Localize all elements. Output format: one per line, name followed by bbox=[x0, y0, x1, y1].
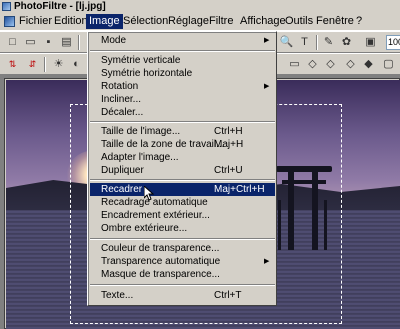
gradient-icon[interactable]: ▭ bbox=[286, 56, 303, 73]
sharpen-drop-icon[interactable]: ◇ bbox=[322, 56, 339, 73]
menu-item-texte[interactable]: Texte... Ctrl+T bbox=[90, 289, 275, 302]
toolbar-separator bbox=[44, 57, 46, 72]
menu-item-shortcut: Ctrl+U bbox=[214, 165, 243, 176]
menu-item-decaler[interactable]: Décaler... bbox=[90, 106, 275, 119]
mouse-pointer-icon bbox=[144, 186, 155, 201]
app-logo-icon bbox=[2, 2, 11, 11]
submenu-arrow-icon: ▶ bbox=[264, 258, 270, 265]
toolbar-separator bbox=[78, 35, 80, 50]
menu-help[interactable]: ? bbox=[353, 14, 365, 29]
menu-separator bbox=[90, 284, 275, 286]
menu-separator bbox=[90, 238, 275, 240]
zoom-tool-icon[interactable]: 🔍 bbox=[278, 34, 295, 51]
menu-fenetre[interactable]: Fenêtre bbox=[313, 14, 357, 29]
menu-separator bbox=[90, 179, 275, 181]
soften-drop-icon[interactable]: ◇ bbox=[342, 56, 359, 73]
zoom-level-input[interactable]: 100 bbox=[386, 35, 400, 50]
menu-image[interactable]: Image bbox=[86, 14, 123, 29]
image-menu-dropdown: Mode ▶ Symétrie verticale Symétrie horiz… bbox=[87, 31, 277, 306]
menu-item-shortcut: Maj+Ctrl+H bbox=[214, 184, 265, 195]
menu-item-encadrement-exterieur[interactable]: Encadrement extérieur... bbox=[90, 209, 275, 222]
open-folder-icon[interactable]: ▭ bbox=[22, 34, 39, 51]
menu-selection[interactable]: Sélection bbox=[120, 14, 171, 29]
window-title: PhotoFiltre - [lj.jpg] bbox=[14, 1, 106, 12]
menu-bar: Fichier Edition Image Sélection Réglage … bbox=[0, 13, 400, 31]
menu-item-symetrie-horizontale[interactable]: Symétrie horizontale bbox=[90, 67, 275, 80]
system-menu-icon[interactable] bbox=[4, 16, 15, 27]
submenu-arrow-icon: ▶ bbox=[264, 83, 270, 90]
menu-item-label: Texte... bbox=[101, 290, 134, 301]
menu-filtre[interactable]: Filtre bbox=[206, 14, 236, 29]
toolbar-separator bbox=[316, 35, 318, 50]
blur-drop-icon[interactable]: ◇ bbox=[304, 56, 321, 73]
menu-item-label: Couleur de transparence... bbox=[101, 243, 220, 254]
new-file-icon[interactable]: □ bbox=[4, 34, 21, 51]
contrast-icon[interactable]: ◐ bbox=[68, 56, 85, 73]
text-tool-icon[interactable]: T bbox=[296, 34, 313, 51]
menu-item-label: Adapter l'image... bbox=[101, 152, 179, 163]
auto-level-icon[interactable]: ⇅ bbox=[4, 56, 21, 73]
menu-item-transparence-automatique[interactable]: Transparence automatique ▶ bbox=[90, 255, 275, 268]
menu-item-masque-transparence[interactable]: Masque de transparence... bbox=[90, 268, 275, 281]
menu-item-label: Symétrie verticale bbox=[101, 55, 181, 66]
menu-item-label: Symétrie horizontale bbox=[101, 68, 193, 79]
fit-window-icon[interactable]: ▣ bbox=[362, 34, 379, 51]
menu-item-ombre-exterieure[interactable]: Ombre extérieure... bbox=[90, 222, 275, 235]
menu-item-taille-zone-travail[interactable]: Taille de la zone de travail... Maj+H bbox=[90, 138, 275, 151]
stamp-tool-icon[interactable]: ✿ bbox=[338, 34, 355, 51]
menu-item-couleur-transparence[interactable]: Couleur de transparence... bbox=[90, 242, 275, 255]
menu-item-label: Mode bbox=[101, 35, 127, 46]
submenu-arrow-icon: ▶ bbox=[264, 37, 270, 44]
menu-reglage[interactable]: Réglage bbox=[165, 14, 212, 29]
menu-item-mode[interactable]: Mode ▶ bbox=[90, 34, 275, 47]
menu-affichage[interactable]: Affichage bbox=[237, 14, 289, 29]
menu-item-rotation[interactable]: Rotation ▶ bbox=[90, 80, 275, 93]
menu-item-label: Incliner... bbox=[101, 94, 142, 105]
menu-item-dupliquer[interactable]: Dupliquer Ctrl+U bbox=[90, 164, 275, 177]
menu-item-label: Masque de transparence... bbox=[101, 269, 220, 280]
menu-item-recadrer[interactable]: Recadrer Maj+Ctrl+H bbox=[90, 183, 275, 196]
menu-item-adapter-image[interactable]: Adapter l'image... bbox=[90, 151, 275, 164]
menu-item-label: Encadrement extérieur... bbox=[101, 210, 210, 221]
print-icon[interactable]: ▤ bbox=[58, 34, 75, 51]
menu-item-recadrage-automatique[interactable]: Recadrage automatique bbox=[90, 196, 275, 209]
menu-item-shortcut: Ctrl+H bbox=[214, 126, 243, 137]
menu-fichier[interactable]: Fichier bbox=[16, 14, 55, 29]
menu-separator bbox=[90, 121, 275, 123]
menu-item-incliner[interactable]: Incliner... bbox=[90, 93, 275, 106]
sharpen-more-icon[interactable]: ◆ bbox=[360, 56, 377, 73]
menu-item-taille-image[interactable]: Taille de l'image... Ctrl+H bbox=[90, 125, 275, 138]
save-icon[interactable]: ▪ bbox=[40, 34, 57, 51]
menu-item-shortcut: Maj+H bbox=[214, 139, 244, 150]
menu-item-label: Transparence automatique bbox=[101, 256, 221, 267]
paint-tool-icon[interactable]: ✎ bbox=[320, 34, 337, 51]
menu-item-symetrie-verticale[interactable]: Symétrie verticale bbox=[90, 54, 275, 67]
menu-edition[interactable]: Edition bbox=[51, 14, 91, 29]
title-bar: PhotoFiltre - [lj.jpg] bbox=[0, 0, 400, 13]
menu-item-shortcut: Ctrl+T bbox=[214, 290, 242, 301]
menu-outils[interactable]: Outils bbox=[282, 14, 316, 29]
menu-item-label: Ombre extérieure... bbox=[101, 223, 188, 234]
menu-item-label: Dupliquer bbox=[101, 165, 144, 176]
frame-icon[interactable]: ▢ bbox=[380, 56, 397, 73]
menu-item-label: Taille de l'image... bbox=[101, 126, 181, 137]
menu-item-label: Taille de la zone de travail... bbox=[101, 139, 225, 150]
auto-contrast-icon[interactable]: ⇵ bbox=[24, 56, 41, 73]
menu-item-label: Recadrer bbox=[101, 184, 143, 195]
menu-item-label: Rotation bbox=[101, 81, 139, 92]
menu-item-label: Décaler... bbox=[101, 107, 144, 118]
menu-separator bbox=[90, 50, 275, 52]
brightness-icon[interactable]: ☀ bbox=[50, 56, 67, 73]
